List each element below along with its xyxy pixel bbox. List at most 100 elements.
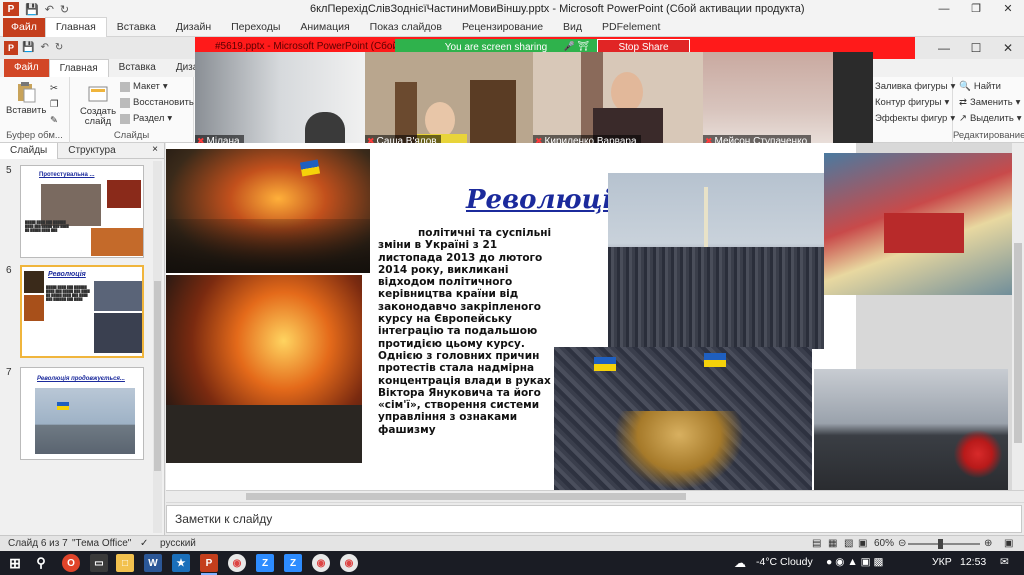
scrollbar-thumb[interactable] bbox=[154, 281, 161, 471]
shape-effects-button[interactable]: Эффекты фигур ▾ bbox=[875, 113, 955, 124]
slide-thumbnail-row[interactable]: 5 Протестувальна ... █████ ████ ███ ████… bbox=[6, 165, 144, 258]
paste-button[interactable]: Вставить bbox=[6, 81, 46, 116]
tray-icons[interactable]: ● ◉ ▲ ▣ ▩ bbox=[826, 556, 883, 568]
undo-icon[interactable]: ↶ bbox=[45, 3, 54, 16]
theme-name[interactable]: "Тема Office" bbox=[72, 538, 131, 549]
copy-icon[interactable]: ❐ bbox=[50, 99, 59, 110]
inner-save-icon[interactable]: 💾 bbox=[22, 42, 34, 53]
format-painter-icon[interactable]: ✎ bbox=[50, 115, 58, 126]
find-button[interactable]: 🔍 Найти bbox=[959, 81, 1001, 92]
zoom-level[interactable]: 60% bbox=[874, 538, 894, 549]
protest-fire-photo[interactable] bbox=[166, 149, 370, 273]
participant-tile[interactable]: ✖ Саша В'ялов bbox=[365, 52, 533, 148]
zoom-in-icon[interactable]: ⊕ bbox=[984, 538, 992, 549]
weather-text[interactable]: -4°C Cloudy bbox=[756, 556, 813, 568]
inner-tab-file[interactable]: Файл bbox=[4, 59, 49, 77]
current-slide[interactable]: Революція г політичні та суспільні зміни… bbox=[166, 143, 856, 490]
powerpoint-taskbar-icon[interactable]: P bbox=[200, 554, 218, 575]
editor-vertical-scrollbar[interactable] bbox=[1012, 143, 1024, 490]
participant-tile[interactable]: ✖ Мейсон Ступаченко bbox=[703, 52, 873, 148]
slide-thumbnail[interactable]: Революція продовжується... bbox=[20, 367, 144, 460]
tab-view[interactable]: Вид bbox=[553, 18, 592, 37]
scrollbar-thumb[interactable] bbox=[246, 493, 686, 500]
notifications-icon[interactable]: ✉ bbox=[1000, 556, 1009, 568]
scrollbar-thumb[interactable] bbox=[1014, 243, 1022, 443]
tab-outline[interactable]: Структура bbox=[58, 143, 125, 159]
tab-slideshow[interactable]: Показ слайдов bbox=[360, 18, 452, 37]
spellcheck-icon[interactable]: ✓ bbox=[140, 538, 148, 549]
editor-horizontal-scrollbar[interactable] bbox=[166, 490, 1024, 502]
replace-button[interactable]: ⇄ Заменить ▾ bbox=[959, 97, 1020, 108]
tab-review[interactable]: Рецензирование bbox=[452, 18, 553, 37]
tab-transitions[interactable]: Переходы bbox=[221, 18, 290, 37]
zoom-slider-handle[interactable] bbox=[938, 539, 943, 549]
zoom-app-icon[interactable]: Z bbox=[256, 554, 274, 572]
inner-redo-icon[interactable]: ↻ bbox=[55, 42, 63, 53]
chrome-icon[interactable]: ◉ bbox=[228, 554, 246, 572]
tab-animation[interactable]: Анимация bbox=[290, 18, 359, 37]
slide-sorter-icon[interactable]: ▦ bbox=[828, 538, 837, 549]
task-view-icon[interactable]: ▭ bbox=[90, 554, 108, 572]
normal-view-icon[interactable]: ▤ bbox=[812, 538, 821, 549]
participant-tile[interactable]: ✖ Мілана bbox=[195, 52, 365, 148]
tab-slides[interactable]: Слайды bbox=[0, 142, 59, 159]
select-button[interactable]: ↗ Выделить ▾ bbox=[959, 113, 1022, 124]
opera-icon[interactable]: O bbox=[62, 554, 80, 572]
microphone-icon[interactable]: 🎤 bbox=[564, 41, 575, 52]
inner-maximize-icon[interactable]: ☐ bbox=[960, 37, 992, 59]
tab-design[interactable]: Дизайн bbox=[166, 18, 221, 37]
inner-close-icon[interactable]: ✕ bbox=[992, 37, 1024, 59]
redo-icon[interactable]: ↻ bbox=[60, 3, 69, 16]
tab-home[interactable]: Главная bbox=[44, 17, 107, 37]
crowd-flags-photo[interactable] bbox=[554, 347, 812, 490]
participant-tile[interactable]: ✖ Кириленко Варвара bbox=[533, 52, 703, 148]
slideshow-icon[interactable]: ▣ bbox=[858, 538, 867, 549]
search-icon[interactable]: ⚲ bbox=[32, 554, 50, 572]
slides-pane-scrollbar[interactable] bbox=[153, 161, 162, 533]
file-explorer-icon[interactable]: □ bbox=[116, 554, 134, 572]
slide-thumbnail[interactable]: Протестувальна ... █████ ████ ███ ██████… bbox=[20, 165, 144, 258]
save-icon[interactable]: 💾 bbox=[25, 3, 39, 16]
pane-close-icon[interactable]: × bbox=[152, 144, 158, 155]
inner-minimize-icon[interactable]: — bbox=[928, 37, 960, 59]
flowers-memorial-photo[interactable] bbox=[814, 369, 1008, 490]
cut-icon[interactable]: ✂ bbox=[50, 83, 58, 94]
inner-undo-icon[interactable]: ↶ bbox=[40, 42, 48, 53]
tab-file[interactable]: Файл bbox=[3, 17, 45, 37]
input-language[interactable]: УКР bbox=[932, 556, 952, 568]
maidan-square-photo[interactable] bbox=[608, 173, 824, 349]
layout-button[interactable]: Макет ▾ bbox=[120, 81, 168, 92]
shape-fill-button[interactable]: Заливка фигуры ▾ bbox=[875, 81, 955, 92]
windows-start-icon[interactable]: ⊞ bbox=[6, 554, 24, 572]
language[interactable]: русский bbox=[160, 538, 196, 549]
word-icon[interactable]: W bbox=[144, 554, 162, 572]
chrome-icon-2[interactable]: ◉ bbox=[312, 554, 330, 572]
burning-barricade-photo[interactable] bbox=[166, 275, 362, 463]
close-icon[interactable]: ✕ bbox=[992, 0, 1024, 18]
zoom-out-icon[interactable]: ⊝ bbox=[898, 538, 906, 549]
zoom-app-icon-2[interactable]: Z bbox=[284, 554, 302, 572]
slide-notes[interactable]: Заметки к слайду bbox=[166, 505, 1022, 533]
restore-icon[interactable]: ❐ bbox=[960, 0, 992, 18]
tab-pdfelement[interactable]: PDFelement bbox=[592, 18, 670, 37]
app-icon[interactable]: ★ bbox=[172, 554, 190, 572]
slide-thumbnail-row[interactable]: 7 Революція продовжується... bbox=[6, 367, 144, 460]
reset-button[interactable]: Восстановить bbox=[120, 97, 194, 108]
shape-outline-button[interactable]: Контур фигуры ▾ bbox=[875, 97, 949, 108]
slide-thumbnail-selected[interactable]: Революція █████ ████ ███ ██████ ████ ███… bbox=[20, 265, 144, 358]
fit-to-window-icon[interactable]: ▣ bbox=[1004, 538, 1013, 549]
reading-view-icon[interactable]: ▧ bbox=[844, 538, 853, 549]
section-button[interactable]: Раздел ▾ bbox=[120, 113, 172, 124]
inner-tab-insert[interactable]: Вставка bbox=[109, 59, 166, 77]
memorial-photo[interactable] bbox=[824, 153, 1024, 295]
slide-body-text[interactable]: політичні та суспільні зміни в Україні з… bbox=[378, 227, 552, 436]
slide-thumbnail-row[interactable]: 6 Революція █████ ████ ███ ██████ ████ █… bbox=[6, 265, 144, 358]
inner-tab-home[interactable]: Главная bbox=[48, 58, 109, 78]
create-slide-button[interactable]: Создать слайд bbox=[78, 83, 118, 127]
zoom-slider[interactable] bbox=[908, 543, 980, 545]
clock[interactable]: 12:53 bbox=[960, 556, 986, 568]
minimize-icon[interactable]: — bbox=[928, 0, 960, 18]
chrome-icon-3[interactable]: ◉ bbox=[340, 554, 358, 572]
tab-insert[interactable]: Вставка bbox=[107, 18, 166, 37]
window-controls: — ❐ ✕ bbox=[928, 0, 1024, 18]
